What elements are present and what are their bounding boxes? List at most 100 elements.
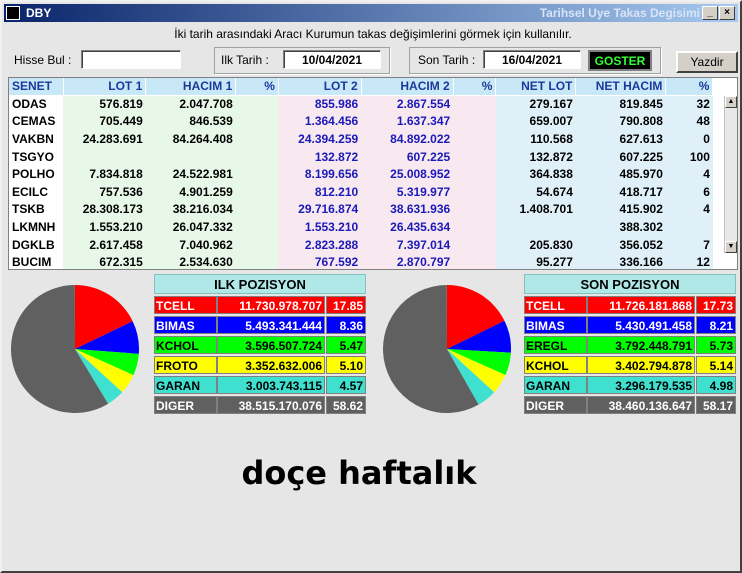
close-button[interactable]: × [719,6,735,20]
cell-pct1 [235,182,279,201]
ilk-pozisyon-row: GARAN 3.003.743.115 4.57 [154,376,367,394]
grid-vertical-scrollbar[interactable]: ▲ ▼ [724,96,737,253]
cell-net-lot: 205.830 [495,235,576,254]
cell-pct1 [235,112,279,131]
cell-pct-net: 100 [665,147,713,166]
col-header-pct2[interactable]: % [453,78,497,96]
son-row-value: 11.726.181.868 [587,296,695,314]
col-header-lot1[interactable]: LOT 1 [63,78,147,96]
son-row-pct: 8.21 [696,316,736,334]
son-row-name: EREGL [524,336,587,354]
table-row[interactable]: ODAS 576.819 2.047.708 855.986 2.867.554 279.… [9,95,713,113]
cell-lot1: 757.536 [63,182,146,201]
ilk-pozisyon-title: ILK POZISYON [154,274,366,294]
cell-hacim1: 26.047.332 [145,218,236,236]
table-row[interactable]: BUCIM 672.315 2.534.630 767.592 2.870.797 95.… [9,253,713,269]
table-row[interactable]: TSGYO 132.872 607.225 132.872 607.225 100 [9,147,713,166]
table-row[interactable]: TSKB 28.308.173 38.216.034 29.716.874 38.631… [9,200,713,219]
cell-hacim2: 26.435.634 [361,218,454,236]
table-row[interactable]: CEMAS 705.449 846.539 1.364.456 1.637.347 659… [9,112,713,131]
table-row[interactable]: LKMNH 1.553.210 26.047.332 1.553.210 26.435.… [9,218,713,236]
col-header-lot2[interactable]: LOT 2 [278,78,362,96]
cell-net-hacim: 819.845 [575,95,666,113]
ilk-row-pct: 8.36 [326,316,366,334]
cell-lot2: 132.872 [278,147,362,166]
cell-lot1: 2.617.458 [63,235,146,254]
col-header-hacim2[interactable]: HACIM 2 [361,78,454,96]
ilk-row-value: 3.352.632.006 [217,356,325,374]
col-header-pct1[interactable]: % [235,78,279,96]
footer-text: doçe haftalık [241,454,477,492]
cell-net-hacim: 388.302 [575,218,666,236]
son-row-name: BIMAS [524,316,587,334]
cell-net-hacim: 627.613 [575,130,666,148]
ilk-row-pct: 17.85 [326,296,366,314]
cell-pct2 [453,165,496,183]
cell-pct2 [453,95,496,113]
cell-pct2 [453,235,496,254]
ilk-pozisyon-row: FROTO 3.352.632.006 5.10 [154,356,367,374]
grid-table: SENET LOT 1 HACIM 1 % LOT 2 HACIM 2 % NE… [9,78,714,269]
cell-pct1 [235,218,279,236]
minimize-button[interactable]: _ [702,6,718,20]
cell-pct-net: 6 [665,182,713,201]
son-pozisyon-pie-chart [383,285,511,413]
son-pozisyon-row: TCELL 11.726.181.868 17.73 [524,296,737,314]
col-header-hacim1[interactable]: HACIM 1 [145,78,237,96]
app-window: DBY Tarihsel Uye Takas Degisimi _ × İki … [0,0,742,573]
takas-grid[interactable]: SENET LOT 1 HACIM 1 % LOT 2 HACIM 2 % NE… [8,77,738,270]
cell-lot1: 24.283.691 [63,130,146,148]
son-row-value: 3.296.179.535 [587,376,695,394]
cell-lot2: 29.716.874 [278,200,362,219]
ilk-row-value: 5.493.341.444 [217,316,325,334]
ilk-row-name: FROTO [154,356,217,374]
col-header-net-hacim[interactable]: NET HACIM [575,78,667,96]
son-tarih-input[interactable]: 16/04/2021 [483,50,581,69]
cell-senet: VAKBN [9,130,63,148]
cell-senet: CEMAS [9,112,63,131]
son-row-name: KCHOL [524,356,587,374]
cell-net-lot: 95.277 [495,253,576,269]
son-pozisyon-row: KCHOL 3.402.794.878 5.14 [524,356,737,374]
scroll-down-arrow-icon[interactable]: ▼ [725,241,737,253]
col-header-net-lot[interactable]: NET LOT [495,78,577,96]
cell-hacim1: 846.539 [145,112,236,131]
cell-lot1: 7.834.818 [63,165,146,183]
app-icon [6,6,20,20]
hisse-search-input[interactable] [81,50,181,69]
table-row[interactable]: VAKBN 24.283.691 84.264.408 24.394.259 84.89… [9,130,713,148]
cell-pct1 [235,147,279,166]
ilk-pozisyon-row: KCHOL 3.596.507.724 5.47 [154,336,367,354]
col-header-senet[interactable]: SENET [9,78,64,96]
cell-hacim2: 607.225 [361,147,454,166]
cell-lot1: 705.449 [63,112,146,131]
cell-hacim2: 2.870.797 [361,253,454,269]
goster-button[interactable]: GOSTER [588,50,652,71]
ilk-row-name: TCELL [154,296,217,314]
ilk-row-value: 11.730.978.707 [217,296,325,314]
cell-net-lot [495,218,576,236]
cell-pct-net: 7 [665,235,713,254]
cell-pct-net: 4 [665,165,713,183]
son-row-pct: 58.17 [696,396,736,414]
table-row[interactable]: ECILC 757.536 4.901.259 812.210 5.319.977 54.… [9,182,713,201]
son-row-pct: 5.14 [696,356,736,374]
cell-pct-net [665,218,713,236]
ilk-tarih-input[interactable]: 10/04/2021 [283,50,381,69]
cell-pct2 [453,147,496,166]
cell-pct-net: 4 [665,200,713,219]
cell-hacim1: 38.216.034 [145,200,236,219]
cell-lot2: 855.986 [278,95,362,113]
ilk-row-name: KCHOL [154,336,217,354]
title-bar: DBY Tarihsel Uye Takas Degisimi _ × [4,4,738,22]
yazdir-button[interactable]: Yazdir [676,51,738,73]
scroll-up-arrow-icon[interactable]: ▲ [725,96,737,108]
table-row[interactable]: POLHO 7.834.818 24.522.981 8.199.656 25.008.… [9,165,713,183]
cell-net-lot: 1.408.701 [495,200,576,219]
cell-hacim1: 2.534.630 [145,253,236,269]
cell-hacim2: 2.867.554 [361,95,454,113]
table-row[interactable]: DGKLB 2.617.458 7.040.962 2.823.288 7.397.01… [9,235,713,254]
cell-hacim2: 38.631.936 [361,200,454,219]
cell-lot1: 576.819 [63,95,146,113]
col-header-pct-net[interactable]: % [665,78,714,96]
